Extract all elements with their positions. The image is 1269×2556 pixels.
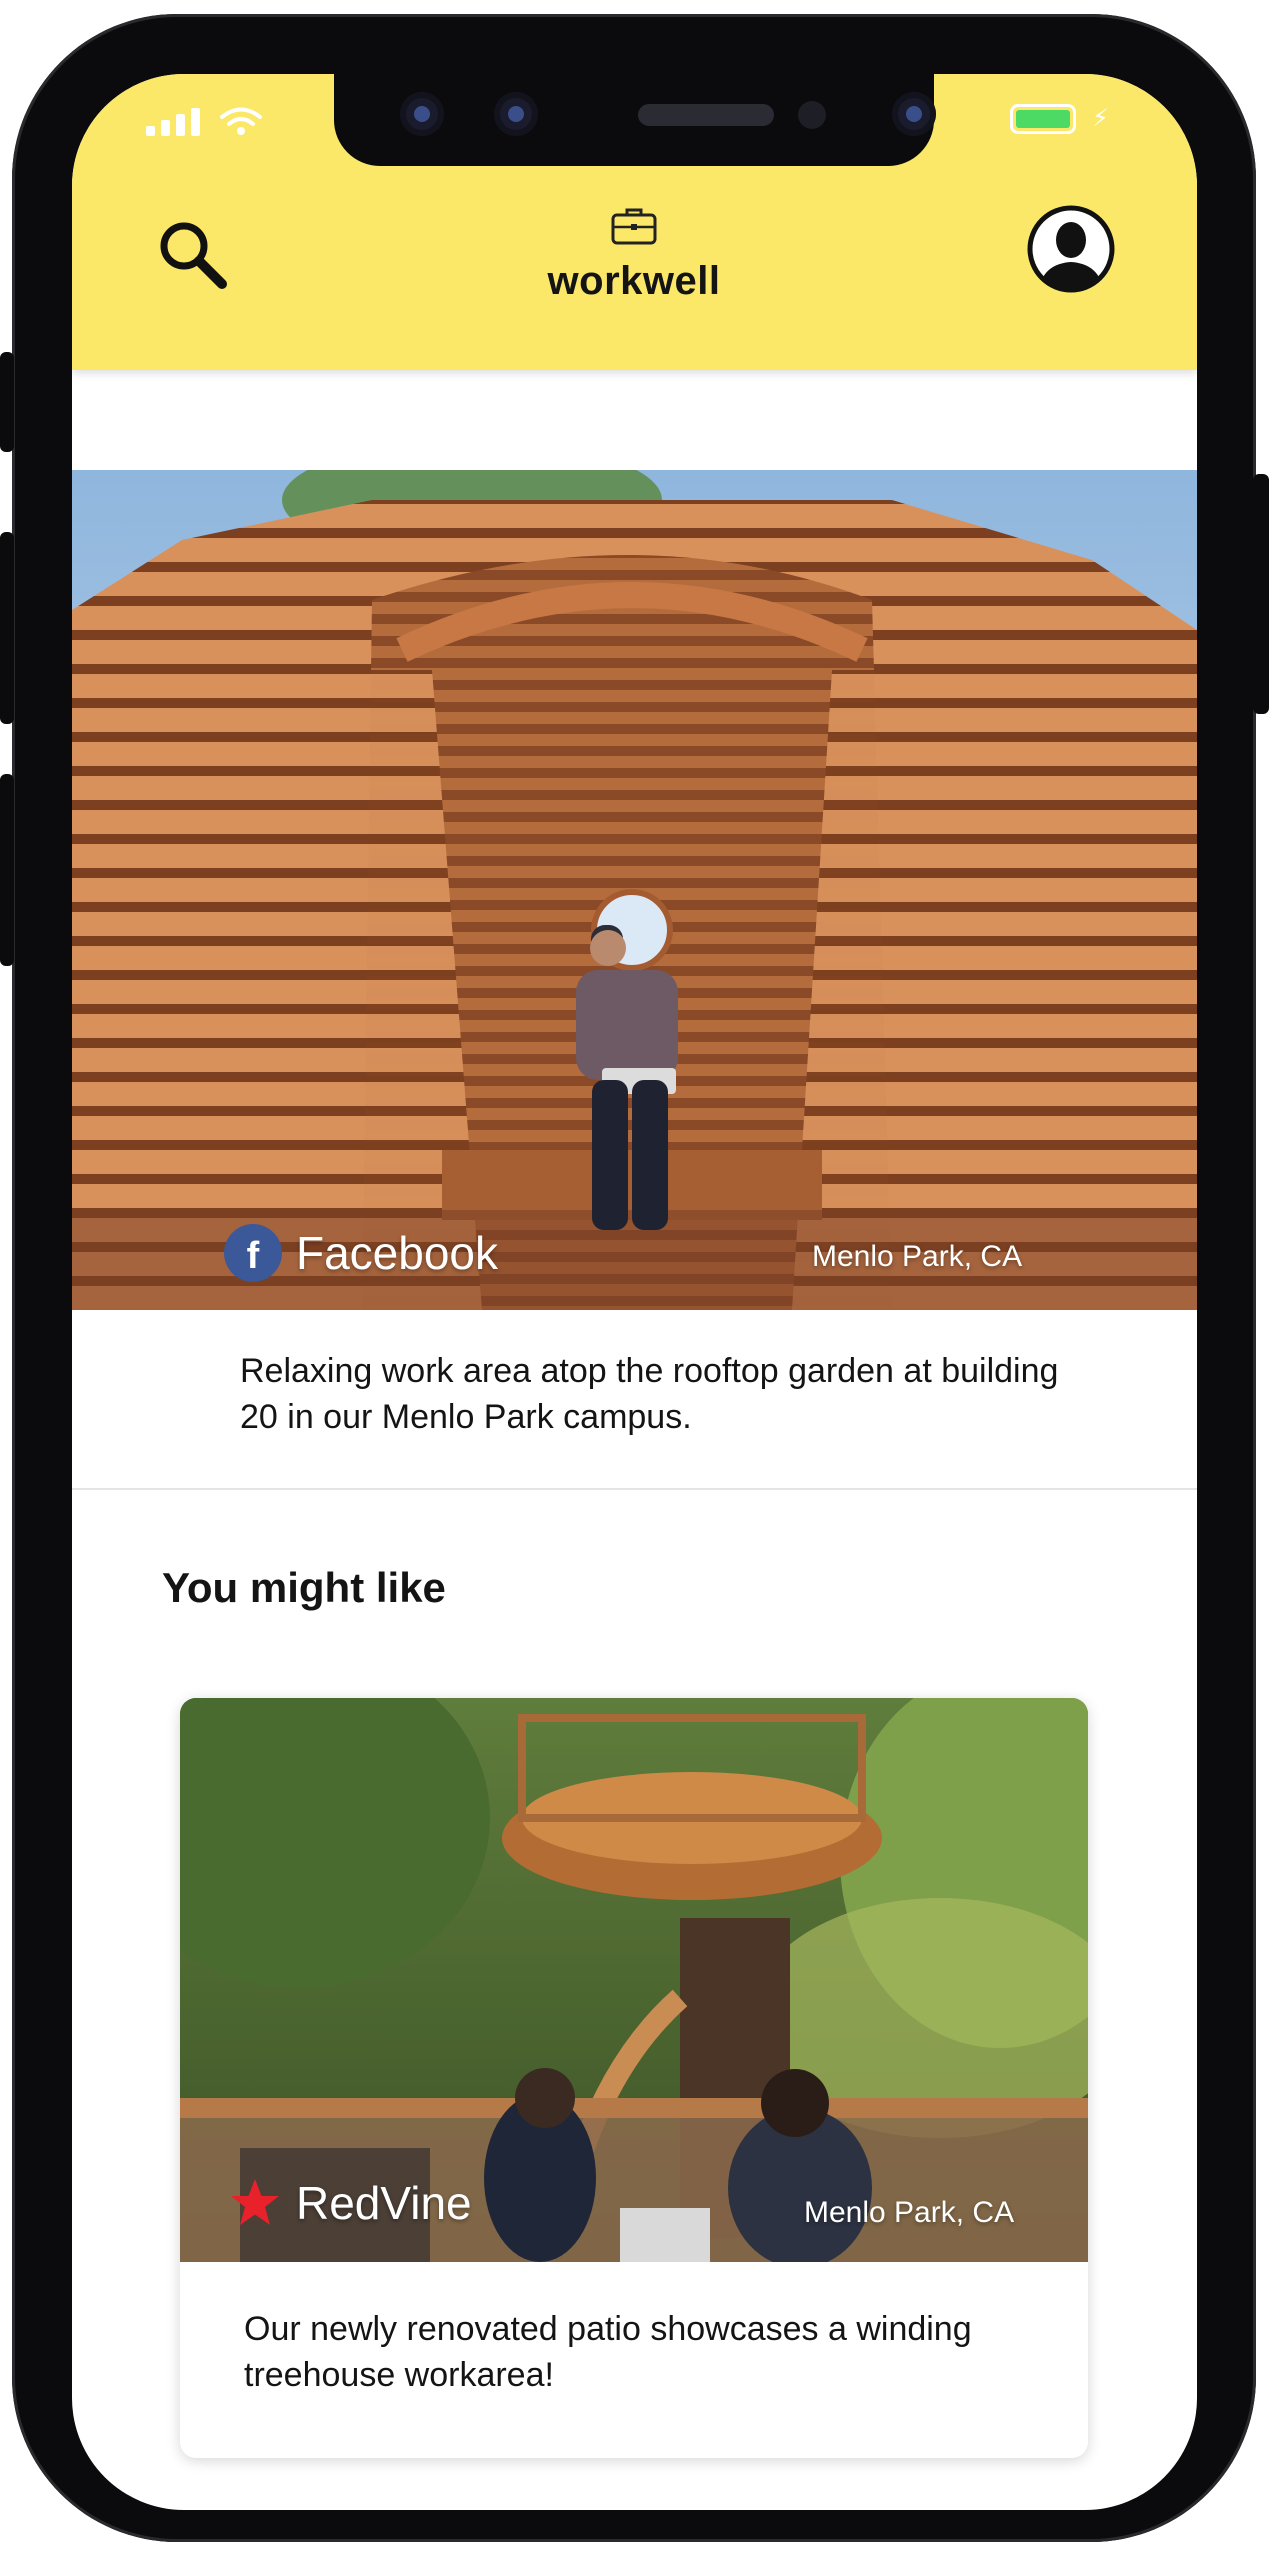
user-avatar-icon[interactable] (1026, 204, 1116, 294)
power-button (1253, 474, 1269, 714)
svg-text:f: f (247, 1235, 260, 1277)
status-bar-left (146, 106, 262, 136)
volume-up-button (0, 532, 14, 724)
recommendations-title: You might like (162, 1564, 446, 1611)
camera-icon (892, 92, 936, 136)
app-name: workwell (547, 259, 721, 303)
mute-switch (0, 352, 14, 452)
featured-description: Relaxing work area atop the rooftop gard… (240, 1352, 1059, 1436)
recommendation-location: Menlo Park, CA (804, 2196, 1015, 2229)
featured-workspace-image[interactable]: f Facebook Menlo Park, CA (72, 470, 1197, 1310)
search-icon[interactable] (154, 216, 230, 292)
battery-icon (1010, 104, 1076, 134)
app-logo[interactable]: workwell (534, 206, 734, 304)
signal-bar (176, 114, 185, 136)
featured-company-name: Facebook (296, 1227, 499, 1279)
camera-icon (494, 92, 538, 136)
featured-location: Menlo Park, CA (812, 1240, 1023, 1273)
speaker-grille (638, 104, 774, 126)
recommendation-card[interactable]: RedVine Menlo Park, CA Our newly renovat… (180, 1698, 1088, 2458)
red-star-icon (231, 2179, 279, 2225)
app-header: ⚡ workwell (72, 74, 1197, 370)
section-divider (72, 1488, 1197, 1490)
signal-bar (161, 120, 170, 136)
recommendation-brand: RedVine (228, 2176, 472, 2230)
recommendation-image: RedVine Menlo Park, CA (180, 1698, 1088, 2262)
facebook-logo-icon: f (224, 1224, 282, 1282)
wifi-icon (220, 107, 262, 135)
proximity-sensor (798, 101, 826, 129)
battery-level (1016, 110, 1070, 128)
briefcase-icon (611, 208, 657, 245)
charging-bolt-icon: ⚡ (1092, 105, 1109, 132)
featured-brand: f Facebook (224, 1224, 498, 1282)
rooftop-pavilion-photo (72, 470, 1197, 1310)
signal-bar (191, 108, 200, 136)
recommendation-company-name: RedVine (296, 2177, 472, 2229)
volume-down-button (0, 774, 14, 966)
camera-icon (400, 92, 444, 136)
device-notch (334, 74, 936, 166)
signal-bar (146, 126, 155, 136)
screen: ⚡ workwell f Facebook Menlo Park, CA Rel… (72, 74, 1197, 2510)
recommendation-description: Our newly renovated patio showcases a wi… (244, 2310, 972, 2394)
